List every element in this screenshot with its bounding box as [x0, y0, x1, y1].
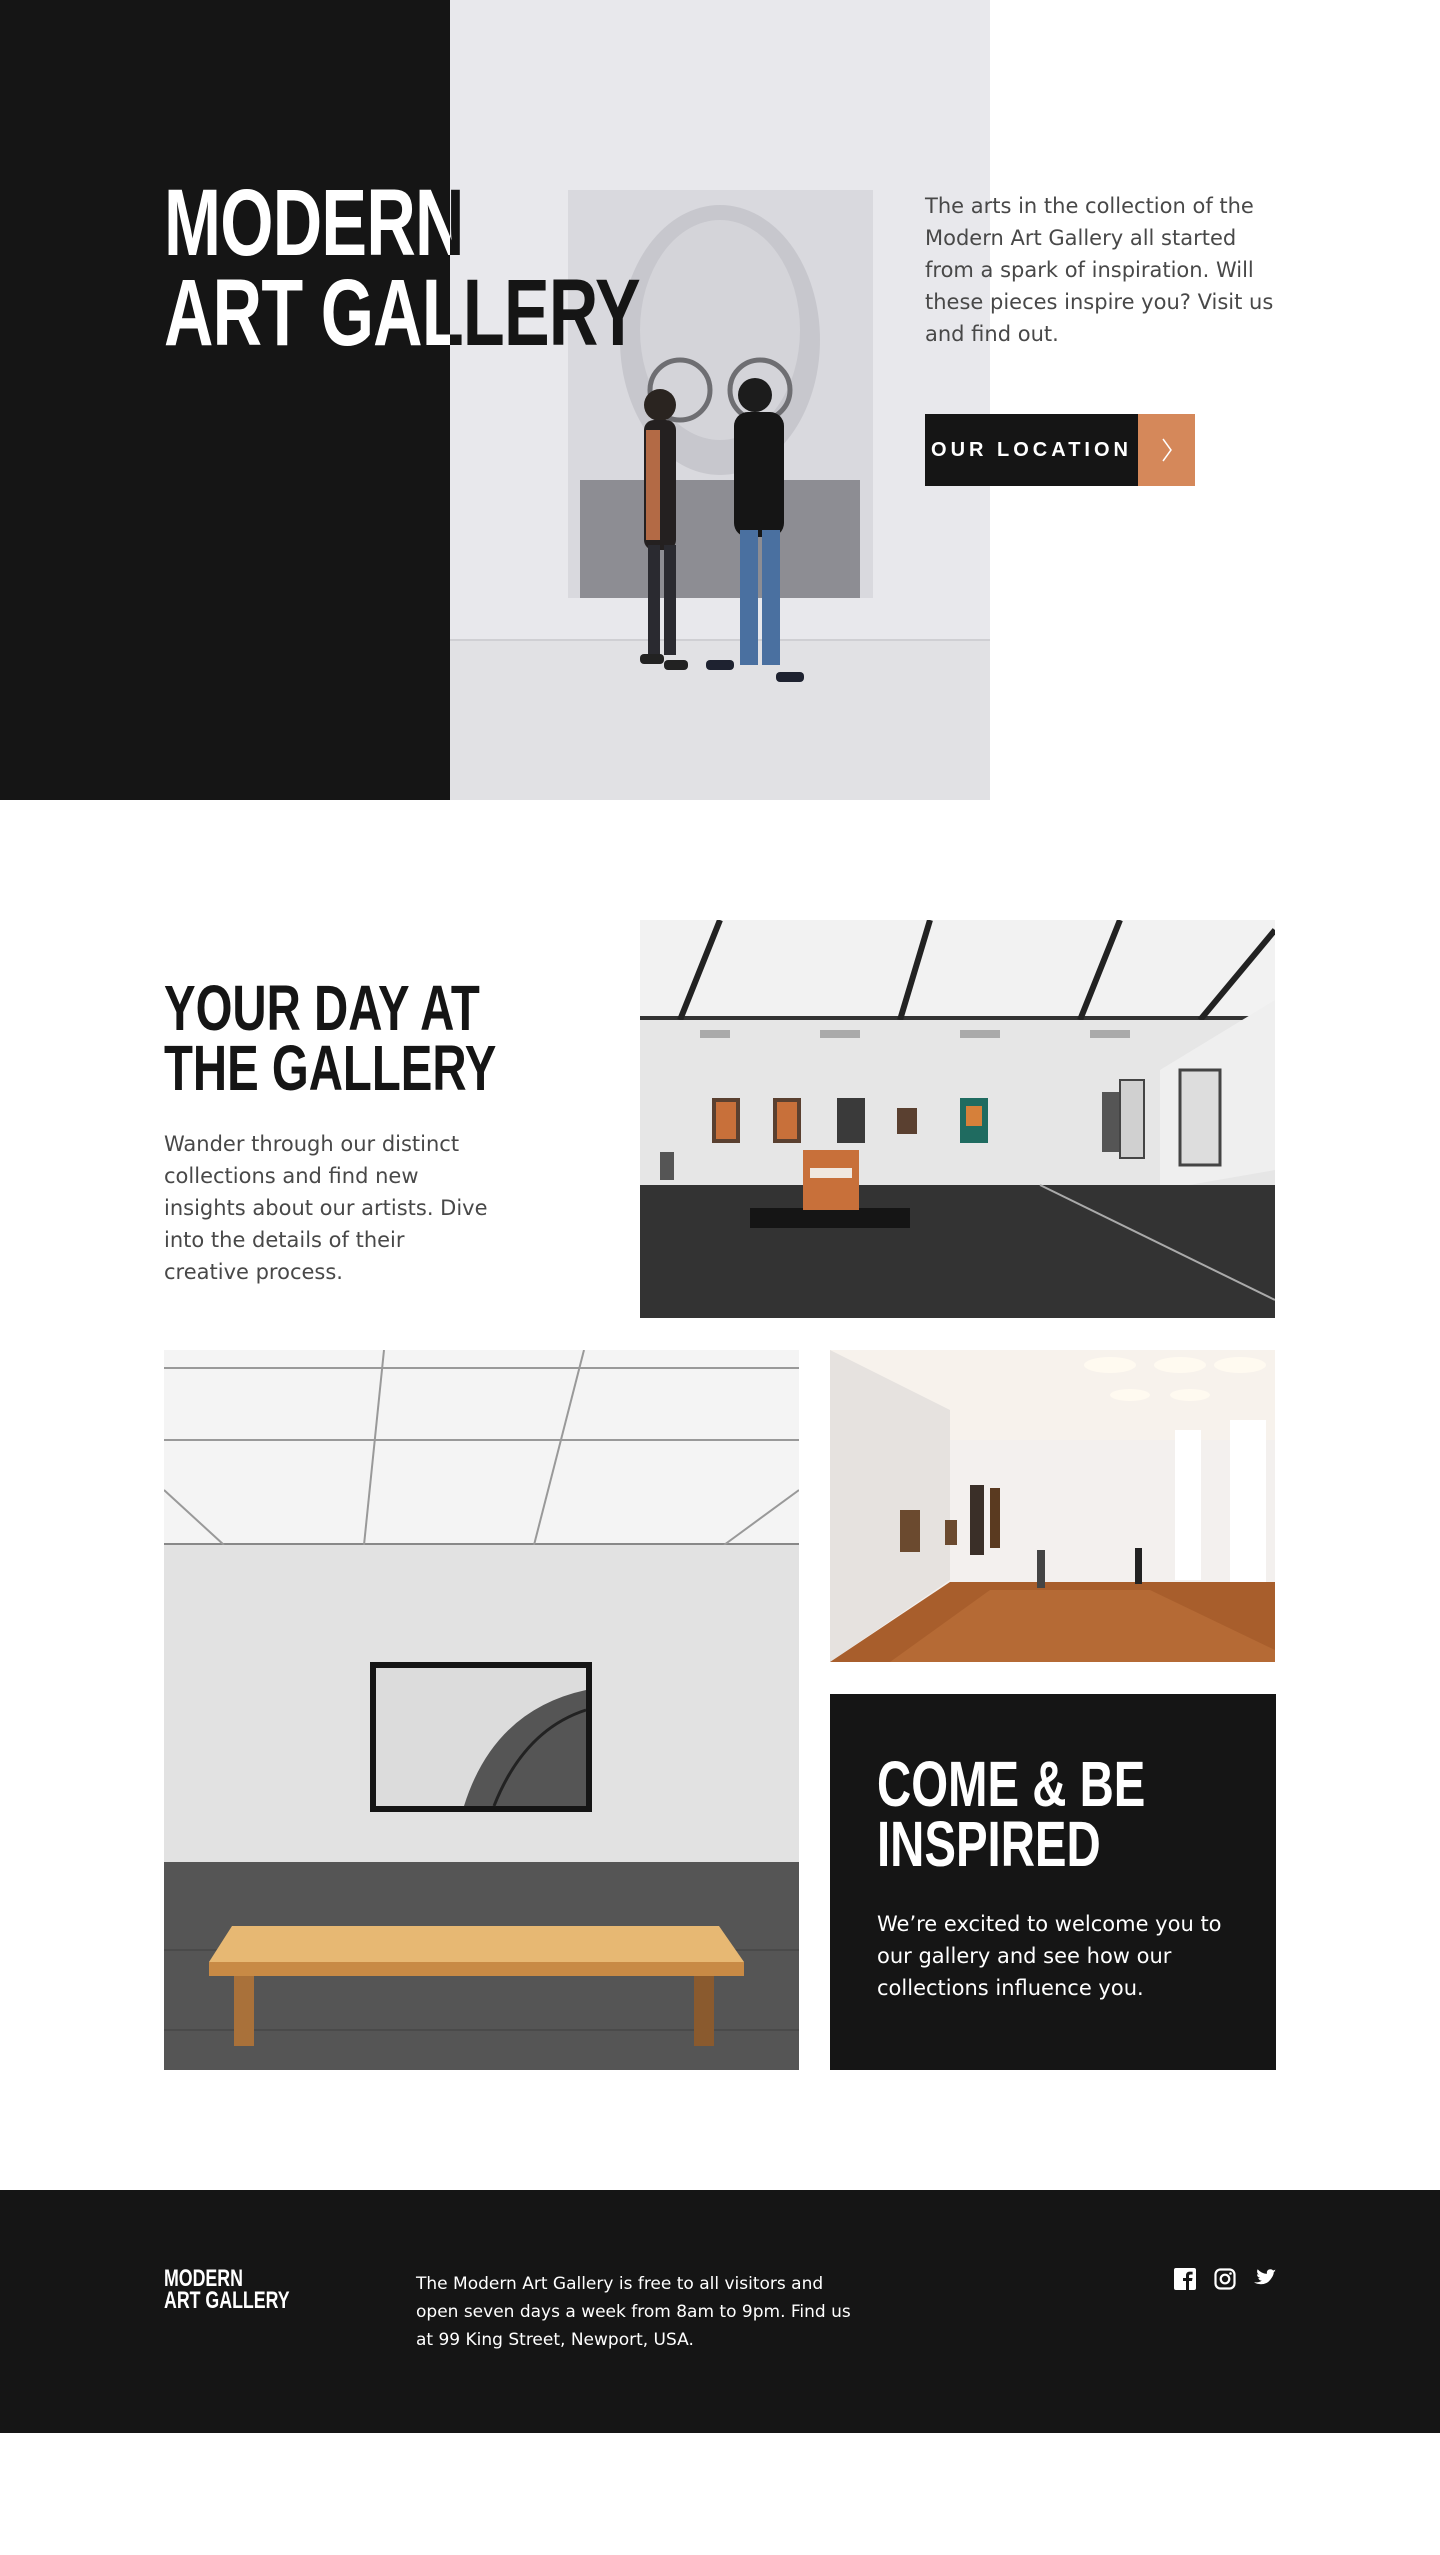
gallery-room-image	[640, 920, 1275, 1318]
footer: Modern Art Gallery The Modern Art Galler…	[0, 2190, 1440, 2433]
come-and-be-inspired-card: Come & be inspired We’re excited to welc…	[830, 1694, 1276, 2070]
inspired-title-line2: inspired	[877, 1808, 1101, 1880]
facebook-icon[interactable]	[1174, 2268, 1198, 2292]
inspired-title-line1: Come & be	[877, 1748, 1146, 1820]
hero-description: The arts in the collection of the Modern…	[925, 194, 1274, 346]
hero-dark-panel	[0, 0, 450, 800]
inspired-title: Come & be inspired	[877, 1748, 1240, 1880]
gallery-corridor-image	[830, 1350, 1275, 1662]
chevron-right-icon	[1138, 414, 1195, 486]
our-location-label: OUR LOCATION	[925, 414, 1138, 486]
our-location-button[interactable]: OUR LOCATION	[925, 414, 1195, 486]
bench-gallery-image	[164, 1350, 799, 2070]
footer-logo[interactable]: Modern Art Gallery	[164, 2267, 334, 2314]
instagram-icon[interactable]	[1214, 2268, 1238, 2292]
inspired-description: We’re excited to welcome you to our gall…	[877, 1912, 1222, 2000]
twitter-icon[interactable]	[1254, 2268, 1278, 2292]
footer-logo-line2: Art Gallery	[164, 2287, 290, 2314]
hero-image-visitors-viewing-portrait	[450, 0, 990, 800]
day-title-line2: the gallery	[164, 1032, 497, 1104]
hero-title: Modern Art Gallery Modern Art Gallery	[164, 178, 825, 358]
day-title-line1: Your day at	[164, 972, 480, 1044]
day-at-gallery-title: Your day at the gallery	[164, 972, 613, 1104]
footer-info: The Modern Art Gallery is free to all vi…	[416, 2274, 851, 2350]
day-at-gallery-description: Wander through our distinct collections …	[164, 1132, 488, 1284]
